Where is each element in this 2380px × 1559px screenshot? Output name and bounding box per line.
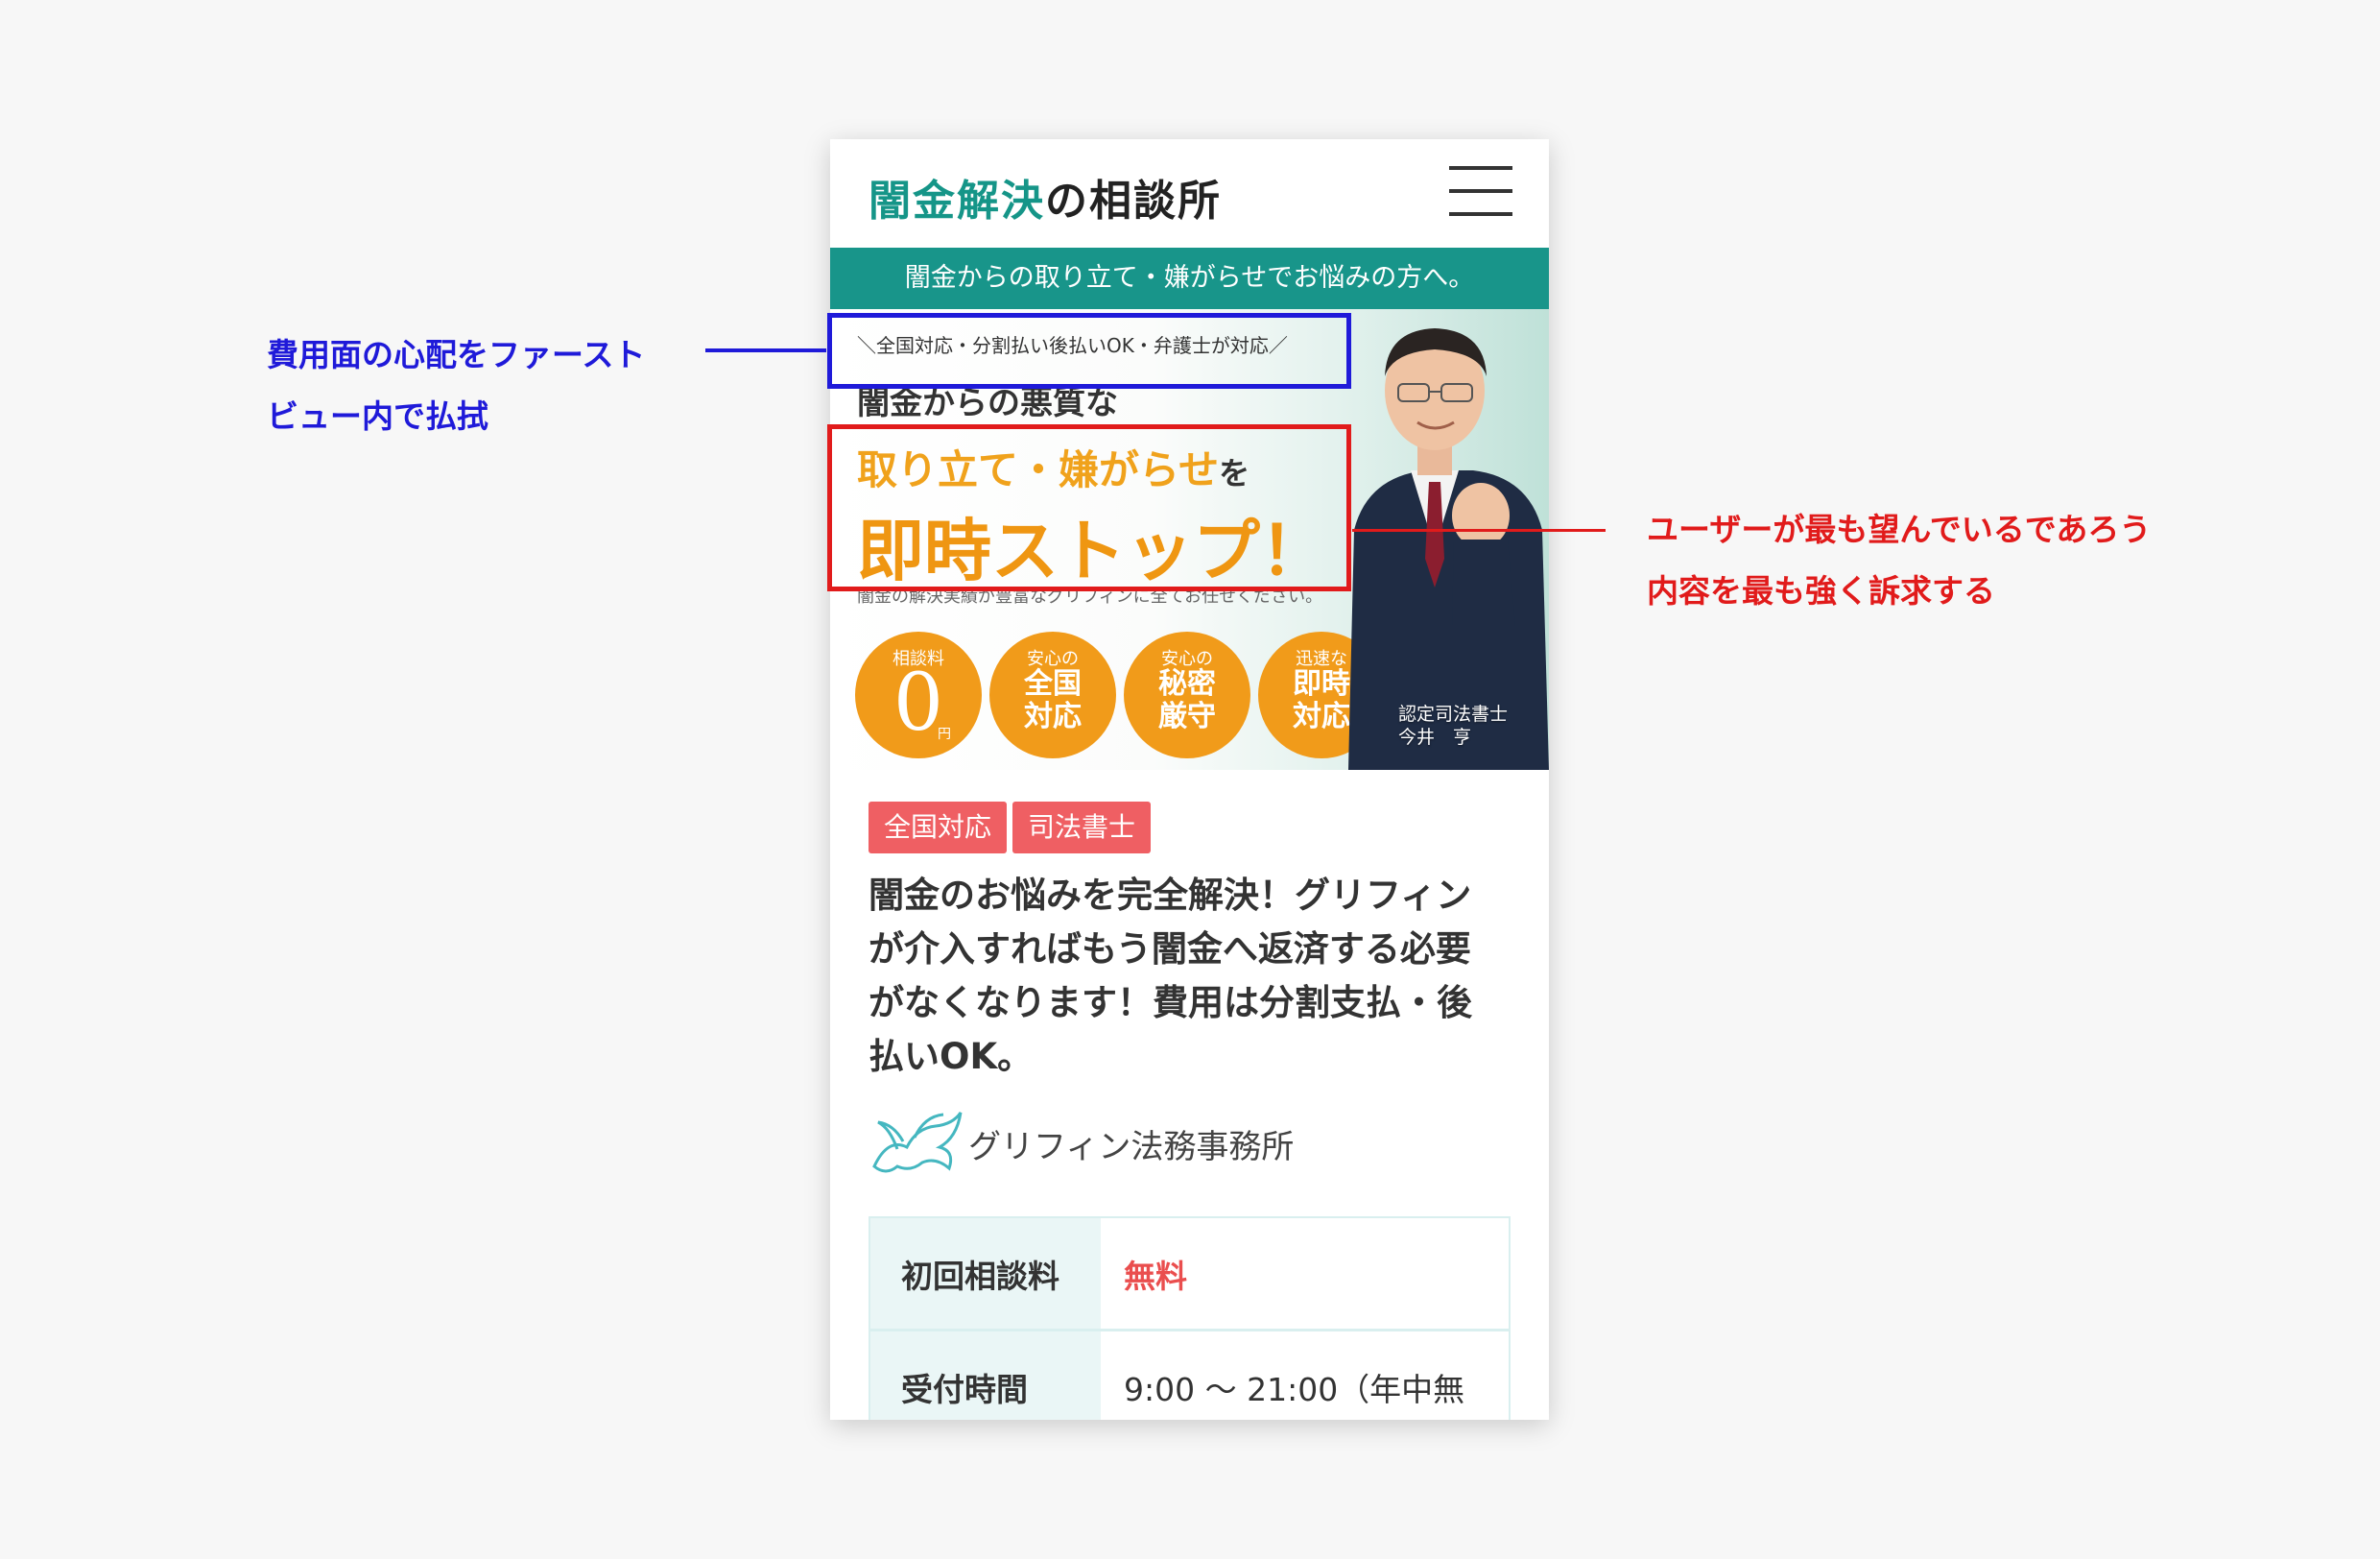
badge-unit: 円 (938, 727, 951, 742)
badge-value: 全国 対応 (1024, 667, 1082, 733)
badge-consult-fee: 相談料 0 円 (855, 632, 982, 758)
annotation-note-blue: 費用面の心配をファースト ビュー内で払拭 (267, 324, 645, 447)
category-tags: 全国対応 司法書士 (869, 802, 1156, 853)
table-header-cell: 初回相談料 (870, 1218, 1101, 1329)
annotation-note-red-line1: ユーザーが最も望んでいるであろう (1647, 511, 2152, 548)
annotation-note-blue-line2: ビュー内で払拭 (267, 397, 488, 435)
annotation-connector-blue (705, 348, 826, 352)
table-row: 受付時間 9:00 〜 21:00（年中無 (870, 1331, 1509, 1420)
table-row: 初回相談料 無料 (870, 1218, 1509, 1331)
annotation-connector-red (1352, 529, 1606, 532)
firm-name: グリフィン法務事務所 (968, 1128, 1295, 1166)
annotation-box-headline (827, 424, 1351, 591)
griffin-logo-icon (872, 1112, 963, 1173)
badge-value: 0 (892, 658, 944, 749)
article-title[interactable]: 闇金のお悩みを完全解決！グリフィンが介入すればもう闇金へ返済する必要がなくなりま… (869, 869, 1502, 1084)
annotation-note-red-line2: 内容を最も強く訴求する (1647, 572, 1995, 610)
logo-rest: の相談所 (1045, 177, 1222, 226)
badge-value: 秘密 厳守 (1158, 667, 1216, 733)
table-value-cell: 9:00 〜 21:00（年中無 (1124, 1371, 1465, 1408)
annotation-note-blue-line1: 費用面の心配をファースト (267, 336, 646, 373)
table-value-cell: 無料 (1124, 1258, 1187, 1295)
hamburger-bar (1449, 166, 1512, 170)
tag-judicial-scrivener[interactable]: 司法書士 (1012, 802, 1152, 853)
hamburger-bar (1449, 189, 1512, 193)
lawyer-caption: 認定司法書士 今井 亨 (1398, 703, 1508, 749)
hamburger-bar (1449, 212, 1512, 216)
badge-confidential: 安心の 秘密 厳守 (1124, 632, 1250, 758)
hamburger-icon[interactable] (1449, 166, 1512, 216)
site-header: 闇金解決の相談所 (830, 139, 1549, 248)
info-table: 初回相談料 無料 受付時間 9:00 〜 21:00（年中無 (869, 1216, 1511, 1420)
logo-accent: 闇金解決 (869, 177, 1045, 226)
annotation-box-cost (827, 313, 1351, 389)
tag-nationwide[interactable]: 全国対応 (869, 802, 1008, 853)
page-canvas: 闇金解決の相談所 闇金からの取り立て・嫌がらせでお悩みの方へ。 ＼全国対応・分割… (0, 0, 2380, 1559)
site-logo[interactable]: 闇金解決の相談所 (869, 166, 1222, 228)
annotation-note-red: ユーザーが最も望んでいるであろう 内容を最も強く訴求する (1647, 499, 2151, 622)
badge-nationwide: 安心の 全国 対応 (989, 632, 1116, 758)
lawyer-name: 今井 亨 (1398, 727, 1472, 748)
lawyer-title: 認定司法書士 (1398, 704, 1509, 725)
tagline-bar: 闇金からの取り立て・嫌がらせでお悩みの方へ。 (830, 248, 1549, 309)
table-header-cell: 受付時間 (870, 1331, 1101, 1420)
